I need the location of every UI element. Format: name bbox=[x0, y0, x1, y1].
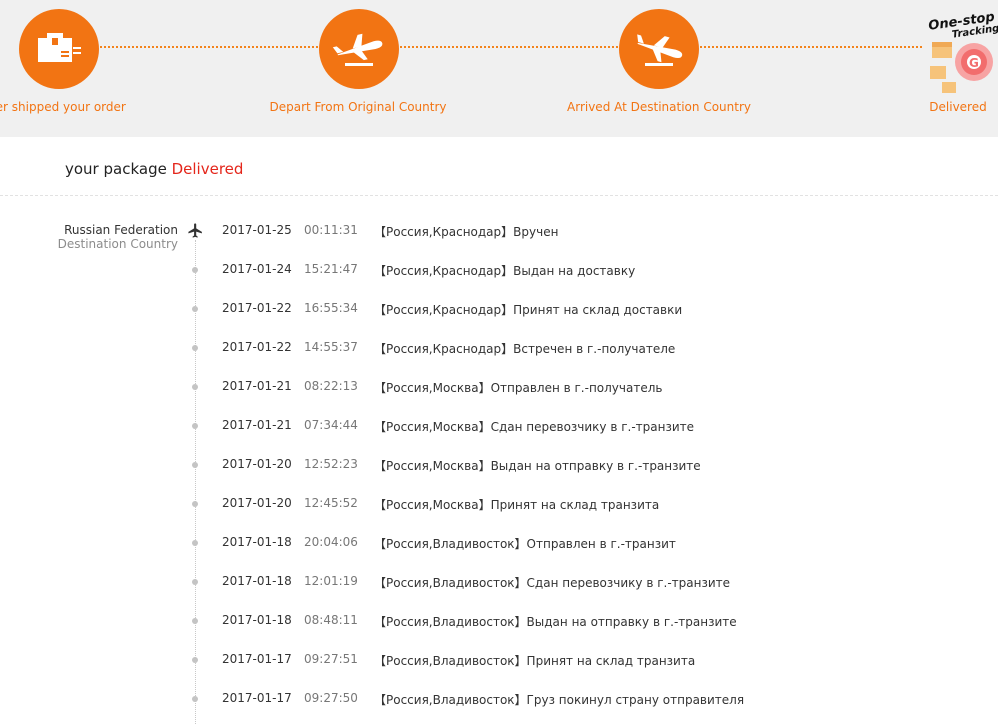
event-description: 【Россия,Владивосток】Принят на склад тран… bbox=[374, 654, 696, 668]
event-time: 12:01:19 bbox=[304, 574, 358, 588]
event-time: 09:27:50 bbox=[304, 691, 358, 705]
event-description: 【Россия,Владивосток】Выдан на отправку в … bbox=[374, 615, 737, 629]
event-time: 08:22:13 bbox=[304, 379, 358, 393]
event-time: 09:27:51 bbox=[304, 652, 358, 666]
event-description: 【Россия,Краснодар】Встречен в г.-получате… bbox=[374, 342, 676, 356]
event-date: 2017-01-17 bbox=[222, 691, 292, 705]
progress-bar: Seller shipped your order Depart From Or… bbox=[0, 0, 998, 137]
event-time: 08:48:11 bbox=[304, 613, 358, 627]
timeline-dot bbox=[192, 462, 198, 468]
timeline-dot bbox=[192, 306, 198, 312]
event-date: 2017-01-18 bbox=[222, 535, 292, 549]
progress-connector bbox=[100, 46, 318, 48]
timeline-dot bbox=[192, 501, 198, 507]
list-item: 2017-01-24 15:21:47 【Россия,Краснодар】Выда… bbox=[0, 250, 998, 289]
step-label: Depart From Original Country bbox=[269, 100, 447, 114]
event-description: 【Россия,Москва】Отправлен в г.-получатель bbox=[374, 381, 663, 395]
list-item: 2017-01-18 12:01:19 【Россия,Владивосток】Сд… bbox=[0, 562, 998, 601]
progress-connector bbox=[400, 46, 618, 48]
divider bbox=[0, 195, 998, 196]
event-description: 【Россия,Владивосток】Сдан перевозчику в г… bbox=[374, 576, 731, 590]
progress-connector bbox=[700, 46, 922, 48]
event-description: 【Россия,Москва】Выдан на отправку в г.-тр… bbox=[374, 459, 701, 473]
status-prefix: your package bbox=[65, 160, 172, 178]
status-value: Delivered bbox=[171, 160, 244, 178]
tracking-page: Seller shipped your order Depart From Or… bbox=[0, 0, 998, 724]
list-item: 2017-01-20 12:45:52 【Россия,Москва】Принят … bbox=[0, 484, 998, 523]
event-description: 【Россия,Москва】Принят на склад транзита bbox=[374, 498, 660, 512]
timeline-dot bbox=[192, 579, 198, 585]
svg-text:G: G bbox=[969, 56, 979, 70]
event-description: 【Россия,Краснодар】Вручен bbox=[374, 225, 559, 239]
step-label: Delivered bbox=[929, 100, 987, 114]
event-time: 14:55:37 bbox=[304, 340, 358, 354]
list-item: 2017-01-17 09:27:51 【Россия,Владивосток】Пр… bbox=[0, 640, 998, 679]
one-stop-tracking-logo: One-stop Tracking G bbox=[926, 10, 998, 96]
event-date: 2017-01-25 bbox=[222, 223, 292, 237]
step-seller-shipped bbox=[19, 9, 99, 89]
list-item: 2017-01-20 12:52:23 【Россия,Москва】Выдан н… bbox=[0, 445, 998, 484]
event-date: 2017-01-20 bbox=[222, 496, 292, 510]
event-date: 2017-01-21 bbox=[222, 418, 292, 432]
list-item: 2017-01-25 00:11:31 【Россия,Краснодар】Вруч… bbox=[0, 211, 998, 250]
list-item: 2017-01-18 20:04:06 【Россия,Владивосток】От… bbox=[0, 523, 998, 562]
list-item: 2017-01-21 07:34:44 【Россия,Москва】Сдан пе… bbox=[0, 406, 998, 445]
event-time: 20:04:06 bbox=[304, 535, 358, 549]
list-item: 2017-01-22 16:55:34 【Россия,Краснодар】Прин… bbox=[0, 289, 998, 328]
timeline-dot bbox=[192, 423, 198, 429]
event-description: 【Россия,Краснодар】Выдан на доставку bbox=[374, 264, 636, 278]
event-date: 2017-01-18 bbox=[222, 613, 292, 627]
package-icon bbox=[38, 33, 81, 62]
event-date: 2017-01-18 bbox=[222, 574, 292, 588]
event-description: 【Россия,Владивосток】Груз покинул страну … bbox=[374, 693, 745, 707]
event-time: 12:52:23 bbox=[304, 457, 358, 471]
event-date: 2017-01-20 bbox=[222, 457, 292, 471]
step-arrived bbox=[619, 9, 699, 89]
list-item: 2017-01-22 14:55:37 【Россия,Краснодар】Встр… bbox=[0, 328, 998, 367]
event-date: 2017-01-22 bbox=[222, 301, 292, 315]
list-item: 2017-01-21 08:22:13 【Россия,Москва】Отправл… bbox=[0, 367, 998, 406]
timeline-dot bbox=[192, 540, 198, 546]
list-item: 2017-01-17 09:27:50 【Россия,Владивосток】Гр… bbox=[0, 679, 998, 718]
event-date: 2017-01-21 bbox=[222, 379, 292, 393]
event-date: 2017-01-17 bbox=[222, 652, 292, 666]
timeline-dot bbox=[192, 384, 198, 390]
event-date: 2017-01-24 bbox=[222, 262, 292, 276]
event-time: 12:45:52 bbox=[304, 496, 358, 510]
timeline-dot bbox=[192, 657, 198, 663]
event-time: 15:21:47 bbox=[304, 262, 358, 276]
timeline-dot bbox=[192, 267, 198, 273]
event-time: 16:55:34 bbox=[304, 301, 358, 315]
timeline-dot bbox=[192, 696, 198, 702]
event-time: 07:34:44 bbox=[304, 418, 358, 432]
timeline-dot bbox=[192, 345, 198, 351]
package-status: your package Delivered bbox=[65, 160, 243, 178]
timeline-dot bbox=[192, 618, 198, 624]
step-label: Seller shipped your order bbox=[0, 100, 126, 114]
step-label: Arrived At Destination Country bbox=[567, 100, 751, 114]
event-time: 00:11:31 bbox=[304, 223, 358, 237]
event-description: 【Россия,Москва】Сдан перевозчику в г.-тра… bbox=[374, 420, 695, 434]
plane-landing-icon bbox=[637, 34, 683, 66]
step-depart bbox=[319, 9, 399, 89]
list-item: 2017-01-18 08:48:11 【Россия,Владивосток】Вы… bbox=[0, 601, 998, 640]
event-description: 【Россия,Краснодар】Принят на склад достав… bbox=[374, 303, 683, 317]
event-description: 【Россия,Владивосток】Отправлен в г.-транз… bbox=[374, 537, 676, 551]
event-date: 2017-01-22 bbox=[222, 340, 292, 354]
plane-takeoff-icon bbox=[332, 33, 383, 66]
boxes-icon: G bbox=[930, 42, 993, 93]
